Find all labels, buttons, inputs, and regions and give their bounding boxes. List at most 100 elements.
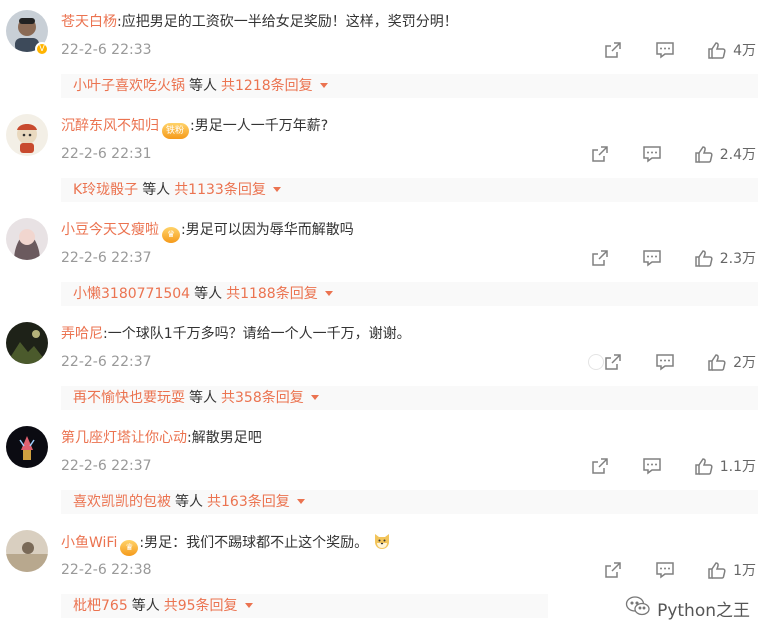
comment-icon [655, 40, 675, 60]
comment-text: :男足可以因为辱华而解散吗 [181, 222, 354, 238]
like-button[interactable]: 1.1万 [694, 456, 756, 476]
comment-actions: 1.1万 [590, 454, 756, 478]
comment-time: 22-2-6 22:37 [61, 250, 152, 266]
like-button[interactable]: 1万 [707, 560, 756, 580]
caret-down-icon [272, 187, 281, 192]
reply-summary-link[interactable]: K玲珑骰子 等人 共1133条回复 [61, 178, 758, 202]
reply-etc-text: 等人 [194, 286, 223, 302]
like-button[interactable]: 2万 [707, 352, 756, 372]
comment-time: 22-2-6 22:38 [61, 562, 152, 578]
comment-item: 第几座灯塔让你心动:解散男足吧 22-2-6 22:37 1.1万 喜欢凯凯的包… [0, 416, 778, 520]
reply-etc-text: 等人 [131, 598, 160, 614]
like-count: 1.1万 [719, 459, 756, 475]
comment-button[interactable] [642, 144, 662, 164]
wechat-icon [625, 595, 657, 622]
share-icon [603, 560, 623, 580]
comment-text-line: 弄哈尼:一个球队1千万多吗？请给一个人一千万，谢谢。 [61, 323, 411, 345]
comment-text-line: 沉醉东风不知归 铁粉:男足一人一千万年薪? [61, 115, 328, 139]
reply-username[interactable]: 再不愉快也要玩耍 [73, 390, 185, 406]
comment-time: 22-2-6 22:37 [61, 458, 152, 474]
caret-down-icon [324, 291, 333, 296]
reply-etc-text: 等人 [189, 390, 217, 406]
like-count: 4万 [733, 43, 756, 59]
caret-down-icon [296, 499, 305, 504]
username-link[interactable]: 小鱼WiFi [61, 535, 117, 551]
reply-username[interactable]: 喜欢凯凯的包被 [73, 494, 171, 510]
reply-etc-text: 等人 [189, 78, 217, 94]
caret-down-icon [310, 395, 319, 400]
comment-text: :男足一人一千万年薪? [190, 118, 329, 134]
like-icon [694, 456, 714, 476]
comment-text: :男足：我们不踢球都不止这个奖励。 [139, 535, 369, 551]
share-button[interactable] [590, 456, 610, 476]
avatar[interactable] [6, 530, 48, 572]
reply-total[interactable]: 共358条回复 [221, 390, 304, 406]
comment-item: 弄哈尼:一个球队1千万多吗？请给一个人一千万，谢谢。 22-2-6 22:37 … [0, 312, 778, 416]
comment-button[interactable] [655, 352, 675, 372]
comment-item: 沉醉东风不知归 铁粉:男足一人一千万年薪? 22-2-6 22:31 2.4万 K… [0, 104, 778, 208]
reply-etc-text: 等人 [175, 494, 203, 510]
like-button[interactable]: 4万 [707, 40, 756, 60]
faint-circle-icon [588, 354, 604, 370]
like-button[interactable]: 2.4万 [694, 144, 756, 164]
reply-total[interactable]: 共95条回复 [164, 598, 238, 614]
comment-button[interactable] [642, 248, 662, 268]
reply-total[interactable]: 共1218条回复 [221, 78, 313, 94]
like-icon [694, 248, 714, 268]
share-button[interactable] [603, 40, 623, 60]
fan-badge: 铁粉 [162, 123, 190, 139]
comment-time: 22-2-6 22:33 [61, 42, 152, 58]
comment-button[interactable] [655, 560, 675, 580]
username-link[interactable]: 小豆今天又瘦啦 [61, 222, 159, 238]
like-icon [707, 560, 727, 580]
share-button[interactable] [590, 144, 610, 164]
comment-text: :应把男足的工资砍一半给女足奖励！这样，奖罚分明！ [117, 14, 458, 30]
comment-time: 22-2-6 22:31 [61, 146, 152, 162]
avatar[interactable] [6, 426, 48, 468]
comment-text-line: 苍天白杨:应把男足的工资砍一半给女足奖励！这样，奖罚分明！ [61, 11, 458, 33]
username-link[interactable]: 第几座灯塔让你心动 [61, 430, 187, 446]
username-link[interactable]: 沉醉东风不知归 [61, 118, 159, 134]
comment-actions: 4万 [603, 38, 756, 62]
comment-actions: 2.3万 [590, 246, 756, 270]
comment-button[interactable] [655, 40, 675, 60]
reply-summary-link[interactable]: 小叶子喜欢吃火锅 等人 共1218条回复 [61, 74, 758, 98]
member-crown-icon: ♛ [120, 540, 139, 556]
avatar[interactable] [6, 218, 48, 260]
reply-total[interactable]: 共1188条回复 [226, 286, 318, 302]
verified-badge-icon: V [35, 42, 49, 56]
share-icon [603, 40, 623, 60]
like-count: 1万 [733, 563, 756, 579]
share-button[interactable] [603, 560, 623, 580]
reply-total[interactable]: 共163条回复 [207, 494, 290, 510]
username-link[interactable]: 弄哈尼 [61, 326, 103, 342]
comment-icon [642, 248, 662, 268]
reply-username[interactable]: K玲珑骰子 [73, 182, 138, 198]
comment-text: :一个球队1千万多吗？请给一个人一千万，谢谢。 [103, 326, 411, 342]
reply-etc-text: 等人 [142, 182, 171, 198]
reply-summary-link[interactable]: 小懒3180771504 等人 共1188条回复 [61, 282, 758, 306]
username-link[interactable]: 苍天白杨 [61, 14, 117, 30]
comment-icon [655, 560, 675, 580]
avatar[interactable] [6, 322, 48, 364]
comment-text-line: 小豆今天又瘦啦 ♛:男足可以因为辱华而解散吗 [61, 219, 354, 243]
comment-time: 22-2-6 22:37 [61, 354, 152, 370]
comment-button[interactable] [642, 456, 662, 476]
reply-total[interactable]: 共1133条回复 [174, 182, 266, 198]
like-count: 2.4万 [719, 147, 756, 163]
share-button[interactable] [603, 352, 623, 372]
comment-text: :解散男足吧 [187, 430, 262, 446]
caret-down-icon [319, 83, 328, 88]
reply-username[interactable]: 枇杷765 [73, 598, 128, 614]
comment-item: 小豆今天又瘦啦 ♛:男足可以因为辱华而解散吗 22-2-6 22:37 2.3万 … [0, 208, 778, 312]
like-button[interactable]: 2.3万 [694, 248, 756, 268]
reply-summary-link[interactable]: 喜欢凯凯的包被 等人 共163条回复 [61, 490, 758, 514]
member-crown-icon: ♛ [162, 227, 180, 243]
reply-username[interactable]: 小叶子喜欢吃火锅 [73, 78, 185, 94]
like-icon [707, 352, 727, 372]
share-button[interactable] [590, 248, 610, 268]
reply-summary-link[interactable]: 枇杷765 等人 共95条回复 [61, 594, 548, 618]
reply-username[interactable]: 小懒3180771504 [73, 286, 190, 302]
reply-summary-link[interactable]: 再不愉快也要玩耍 等人 共358条回复 [61, 386, 758, 410]
avatar[interactable] [6, 114, 48, 156]
